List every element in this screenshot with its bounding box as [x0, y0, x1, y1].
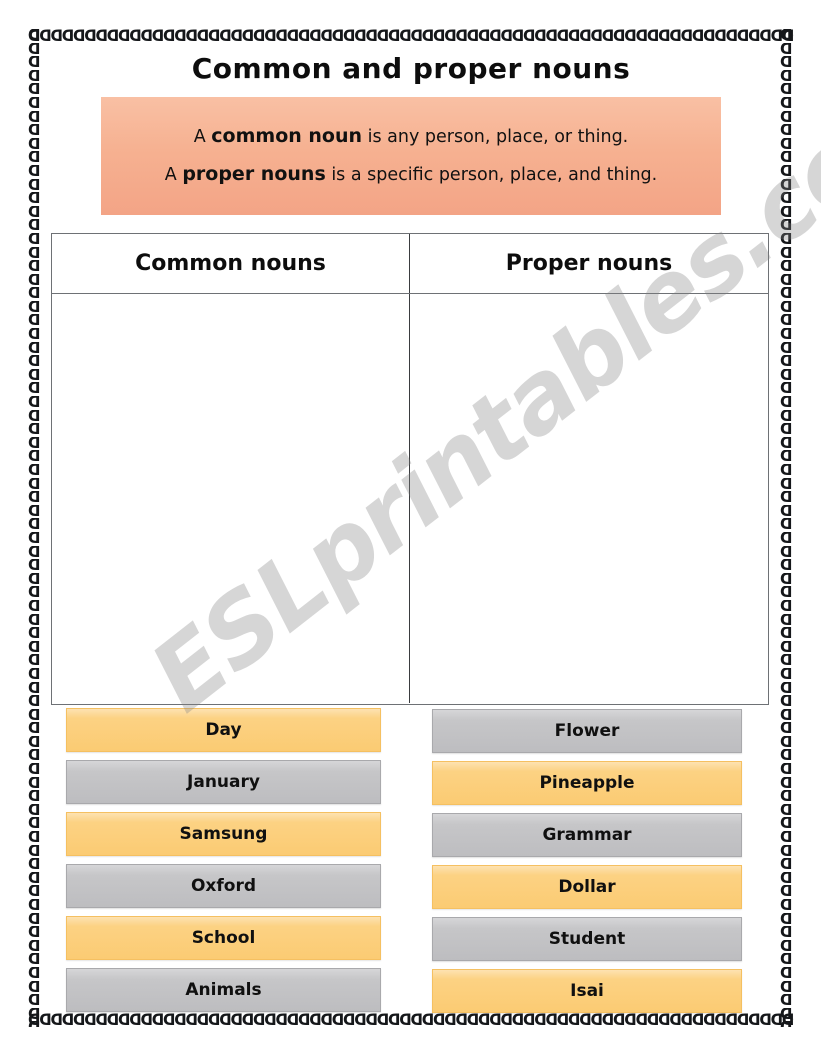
worksheet-page: ᗡᗡᗡᗡᗡᗡᗡᗡᗡᗡᗡᗡᗡᗡᗡᗡᗡᗡᗡᗡᗡᗡᗡᗡᗡᗡᗡᗡᗡᗡᗡᗡᗡᗡᗡᗡᗡᗡᗡᗡ… [0, 0, 821, 1062]
table-header-common-nouns: Common nouns [52, 234, 410, 293]
word-card[interactable]: Student [432, 917, 742, 961]
decorative-border-left: ᗡᗡᗡᗡᗡᗡᗡᗡᗡᗡᗡᗡᗡᗡᗡᗡᗡᗡᗡᗡᗡᗡᗡᗡᗡᗡᗡᗡᗡᗡᗡᗡᗡᗡᗡᗡᗡᗡᗡᗡ… [28, 29, 41, 1027]
word-card-label: Pineapple [539, 773, 635, 793]
word-card-label: Isai [570, 981, 604, 1001]
decorative-border-right: ᗡᗡᗡᗡᗡᗡᗡᗡᗡᗡᗡᗡᗡᗡᗡᗡᗡᗡᗡᗡᗡᗡᗡᗡᗡᗡᗡᗡᗡᗡᗡᗡᗡᗡᗡᗡᗡᗡᗡᗡ… [780, 29, 793, 1027]
word-card[interactable]: Dollar [432, 865, 742, 909]
table-header-proper-nouns: Proper nouns [505, 251, 673, 276]
word-card-label: Oxford [190, 876, 257, 896]
definition-keyword: proper nouns [182, 163, 326, 185]
definition-line-common: A common noun is any person, place, or t… [101, 125, 721, 148]
word-card-label: Dollar [558, 877, 616, 897]
word-card[interactable]: Pineapple [432, 761, 742, 805]
word-card-label: Animals [185, 980, 262, 1000]
drop-zone-proper-nouns[interactable] [410, 294, 768, 703]
word-card-column-left: Day January Samsung Oxford School Animals [66, 708, 381, 1020]
word-card[interactable]: Samsung [66, 812, 381, 856]
definition-prefix: A [193, 127, 212, 148]
definition-prefix: A [164, 165, 183, 185]
table-header-row: Common nouns Proper nouns [52, 234, 768, 294]
word-card-column-right: Flower Pineapple Grammar Dollar Student Isai [432, 709, 742, 1021]
word-card[interactable]: Oxford [66, 864, 381, 908]
word-card[interactable]: School [66, 916, 381, 960]
word-card-label: Flower [554, 721, 620, 741]
word-card-label: Student [548, 929, 626, 949]
word-card[interactable]: Day [66, 708, 381, 752]
definition-suffix: is a specific person, place, and thing. [325, 165, 658, 185]
definition-box: A common noun is any person, place, or t… [101, 97, 721, 215]
definition-keyword: common noun [211, 125, 363, 148]
word-card[interactable]: Grammar [432, 813, 742, 857]
decorative-border-top: ᗡᗡᗡᗡᗡᗡᗡᗡᗡᗡᗡᗡᗡᗡᗡᗡᗡᗡᗡᗡᗡᗡᗡᗡᗡᗡᗡᗡᗡᗡᗡᗡᗡᗡᗡᗡᗡᗡᗡᗡ… [28, 29, 794, 43]
sorting-table: Common nouns Proper nouns [51, 233, 769, 705]
word-card[interactable]: Flower [432, 709, 742, 753]
word-card-label: Samsung [179, 824, 268, 844]
drop-zone-common-nouns[interactable] [52, 294, 410, 703]
word-card-label: School [191, 928, 256, 948]
word-card[interactable]: Animals [66, 968, 381, 1012]
word-card[interactable]: Isai [432, 969, 742, 1013]
word-card-label: Grammar [542, 825, 632, 845]
word-card[interactable]: January [66, 760, 381, 804]
word-card-label: January [187, 772, 260, 792]
definition-suffix: is any person, place, or thing. [362, 127, 629, 148]
definition-line-proper: A proper nouns is a specific person, pla… [101, 163, 721, 186]
page-title: Common and proper nouns [191, 52, 631, 85]
table-body [52, 294, 768, 703]
word-card-label: Day [205, 720, 242, 740]
